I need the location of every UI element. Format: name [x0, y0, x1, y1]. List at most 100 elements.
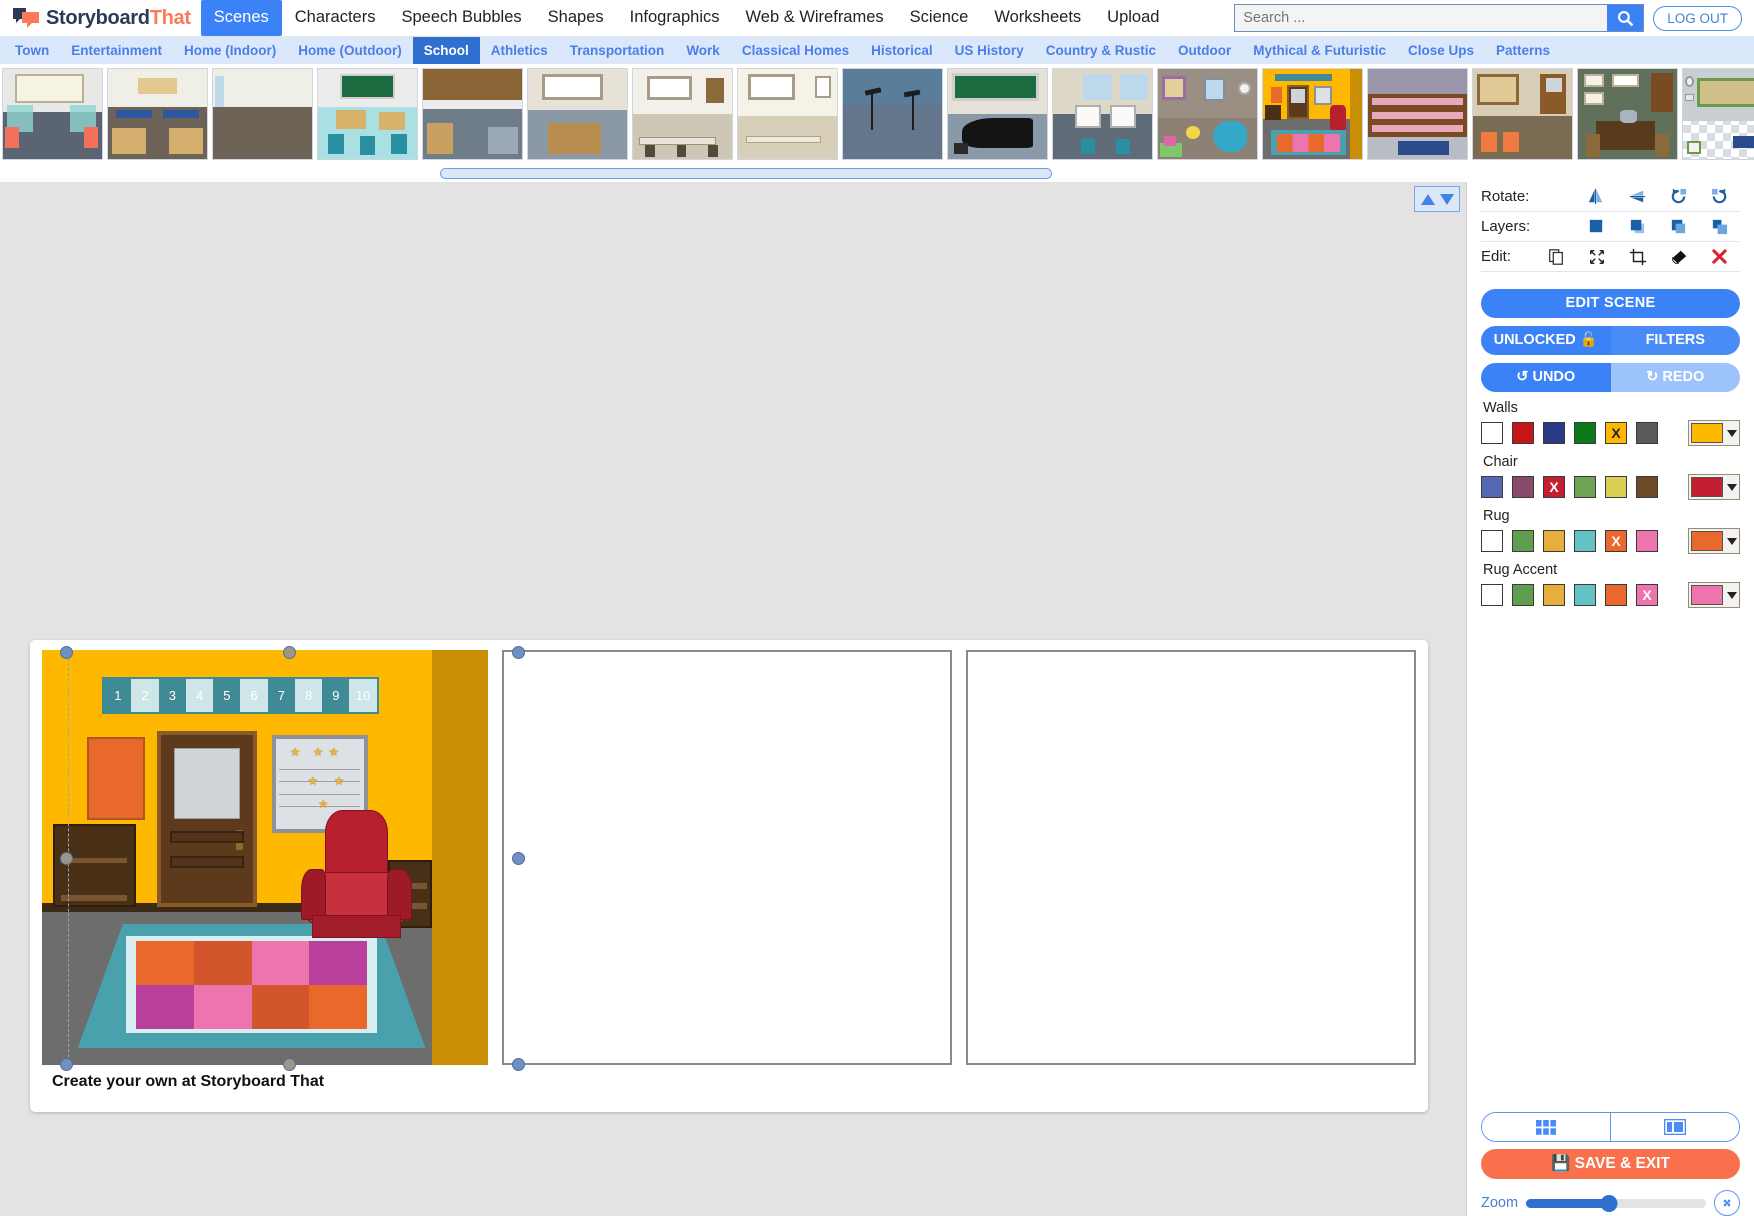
color-swatch[interactable]: [1543, 584, 1565, 606]
scene-thumbnail-classroom-green-chalkboard-teal[interactable]: [317, 68, 418, 160]
delete-icon[interactable]: [1699, 247, 1740, 266]
nav-tab-shapes[interactable]: Shapes: [535, 0, 617, 35]
bring-to-front-icon[interactable]: [1576, 217, 1617, 236]
scene-thumbnail-nurse-office[interactable]: [1682, 68, 1754, 160]
color-swatch[interactable]: [1512, 584, 1534, 606]
category-tab-town[interactable]: Town: [4, 37, 60, 64]
scene-thumbnail-principal-office[interactable]: [1577, 68, 1678, 160]
scene-thumbnail-classroom-whiteboard-tables[interactable]: [737, 68, 838, 160]
resize-handle-bc[interactable]: [283, 1058, 296, 1071]
category-tab-classical-homes[interactable]: Classical Homes: [731, 37, 860, 64]
crop-icon[interactable]: [1617, 247, 1658, 266]
storyboard-cell-1[interactable]: 1 2 3 4 5 6 7 8 9 10 ★ ★ ★ ★ ★ ★: [42, 650, 488, 1065]
search-box[interactable]: [1234, 4, 1645, 32]
search-button[interactable]: [1607, 5, 1644, 31]
color-swatch[interactable]: [1512, 422, 1534, 444]
resize-handle-br[interactable]: [512, 1058, 525, 1071]
category-tab-mythical-futuristic[interactable]: Mythical & Futuristic: [1242, 37, 1397, 64]
scene-thumbnail-classroom-whiteboard-wood[interactable]: [527, 68, 628, 160]
color-swatch-selected[interactable]: X: [1636, 584, 1658, 606]
nav-tab-infographics[interactable]: Infographics: [617, 0, 733, 35]
category-tab-outdoor[interactable]: Outdoor: [1167, 37, 1242, 64]
color-swatch[interactable]: [1574, 584, 1596, 606]
color-swatch[interactable]: [1636, 476, 1658, 498]
scene-thumbnail-library-bookshelves[interactable]: [1367, 68, 1468, 160]
color-swatch-selected[interactable]: X: [1543, 476, 1565, 498]
resize-handle-bl[interactable]: [60, 1058, 73, 1071]
color-swatch[interactable]: [1605, 476, 1627, 498]
flip-vertical-icon[interactable]: [1617, 187, 1658, 206]
scene-thumbnail-classroom-cabinets-grey-floor[interactable]: [422, 68, 523, 160]
nav-tab-worksheets[interactable]: Worksheets: [981, 0, 1094, 35]
arrow-up-icon[interactable]: [1420, 193, 1435, 205]
color-swatch[interactable]: [1543, 530, 1565, 552]
scene-thumbnail-computer-lab[interactable]: [1052, 68, 1153, 160]
current-color-dropdown[interactable]: [1688, 420, 1740, 446]
color-swatch[interactable]: [1481, 530, 1503, 552]
category-tab-historical[interactable]: Historical: [860, 37, 944, 64]
category-tab-school[interactable]: School: [412, 37, 480, 64]
color-swatch[interactable]: [1605, 584, 1627, 606]
category-tab-entertainment[interactable]: Entertainment: [60, 37, 173, 64]
color-swatch-selected[interactable]: X: [1605, 422, 1627, 444]
bring-forward-icon[interactable]: [1617, 217, 1658, 236]
column-view-icon[interactable]: [1610, 1113, 1739, 1141]
resize-handle-mr[interactable]: [512, 852, 525, 865]
expand-icon[interactable]: [1576, 247, 1617, 266]
nav-tab-web-wireframes[interactable]: Web & Wireframes: [733, 0, 897, 35]
scene-thumbnail-classroom-whiteboard-lab[interactable]: [2, 68, 103, 160]
color-swatch[interactable]: [1574, 476, 1596, 498]
eraser-icon[interactable]: [1658, 247, 1699, 266]
color-swatch[interactable]: [1574, 422, 1596, 444]
nav-tab-science[interactable]: Science: [897, 0, 982, 35]
up-down-arrows-icon[interactable]: [1414, 186, 1460, 212]
zoom-slider[interactable]: [1526, 1194, 1706, 1212]
unlocked-button[interactable]: UNLOCKED 🔓: [1481, 326, 1611, 355]
chevron-down-icon[interactable]: [1727, 591, 1737, 599]
filters-button[interactable]: FILTERS: [1610, 326, 1740, 355]
nav-tab-scenes[interactable]: Scenes: [200, 0, 282, 36]
copy-icon[interactable]: [1535, 247, 1576, 266]
storyboard-caption[interactable]: Create your own at Storyboard That: [42, 1065, 1416, 1091]
scene-thumbnail-classroom-stools-table[interactable]: [632, 68, 733, 160]
flip-horizontal-icon[interactable]: [1576, 187, 1617, 206]
current-color-dropdown[interactable]: [1688, 528, 1740, 554]
color-swatch[interactable]: [1481, 422, 1503, 444]
scene-thumbnail-yellow-hallway-armchair[interactable]: [1262, 68, 1363, 160]
category-tab-athletics[interactable]: Athletics: [480, 37, 559, 64]
scene-thumbnail-office-waiting-area[interactable]: [1472, 68, 1573, 160]
app-logo[interactable]: StoryboardThat: [0, 0, 201, 37]
storyboard-canvas-area[interactable]: 1 2 3 4 5 6 7 8 9 10 ★ ★ ★ ★ ★ ★ Create …: [0, 182, 1466, 1216]
resize-handle-ml[interactable]: [60, 852, 73, 865]
scene-thumbnail-music-room-stands[interactable]: [842, 68, 943, 160]
grid-view-icon[interactable]: [1482, 1113, 1610, 1141]
edit-scene-button[interactable]: EDIT SCENE: [1481, 289, 1740, 318]
resize-handle-tr[interactable]: [512, 646, 525, 659]
category-tab-patterns[interactable]: Patterns: [1485, 37, 1561, 64]
category-tab-transportation[interactable]: Transportation: [559, 37, 676, 64]
current-color-dropdown[interactable]: [1688, 474, 1740, 500]
color-swatch[interactable]: [1512, 530, 1534, 552]
chevron-down-icon[interactable]: [1727, 429, 1737, 437]
scene-thumbnail-playroom-beanbag[interactable]: [1157, 68, 1258, 160]
color-swatch[interactable]: [1574, 530, 1596, 552]
nav-tab-characters[interactable]: Characters: [282, 0, 389, 35]
category-tab-work[interactable]: Work: [675, 37, 731, 64]
current-color-dropdown[interactable]: [1688, 582, 1740, 608]
color-swatch[interactable]: [1512, 476, 1534, 498]
rotate-left-icon[interactable]: [1658, 187, 1699, 206]
category-tab-country-rustic[interactable]: Country & Rustic: [1035, 37, 1167, 64]
category-tab-home-indoor[interactable]: Home (Indoor): [173, 37, 287, 64]
category-tab-close-ups[interactable]: Close Ups: [1397, 37, 1485, 64]
save-and-exit-button[interactable]: 💾 SAVE & EXIT: [1481, 1149, 1740, 1179]
scene-thumbnail-strip[interactable]: [0, 64, 1754, 164]
color-swatch[interactable]: [1636, 530, 1658, 552]
resize-handle-tl[interactable]: [60, 646, 73, 659]
color-swatch[interactable]: [1543, 422, 1565, 444]
color-swatch[interactable]: [1481, 584, 1503, 606]
thumbnail-scrollbar[interactable]: [440, 167, 1052, 179]
storyboard-cell-3[interactable]: [966, 650, 1416, 1065]
zoom-slider-handle[interactable]: [1600, 1194, 1618, 1212]
search-input[interactable]: [1235, 5, 1608, 31]
storyboard-cell-2[interactable]: [502, 650, 952, 1065]
